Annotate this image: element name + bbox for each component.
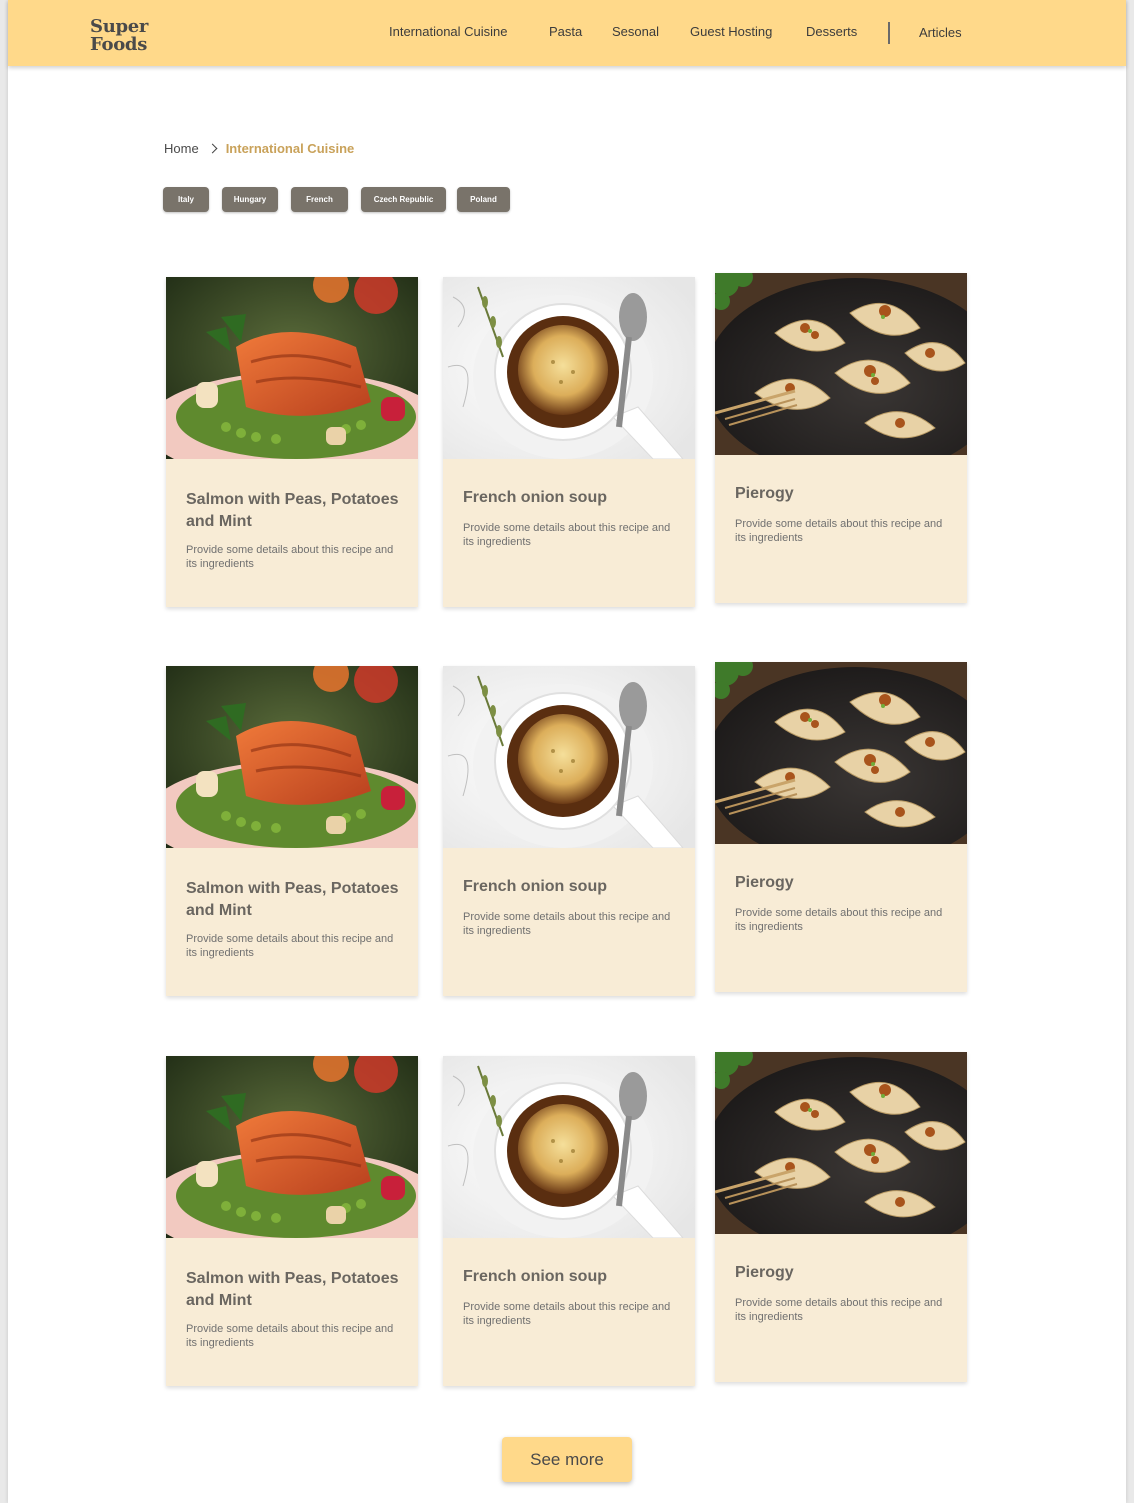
- recipe-card[interactable]: French onion soup Provide some details a…: [443, 1056, 695, 1386]
- recipe-description: Provide some details about this recipe a…: [463, 1301, 671, 1327]
- recipe-title: French onion soup: [463, 878, 607, 895]
- recipe-title: Pierogy: [735, 485, 794, 502]
- recipe-title: French onion soup: [463, 1268, 607, 1285]
- tag-italy[interactable]: Italy: [163, 187, 209, 212]
- salmon-dish-image: [166, 277, 418, 459]
- pierogy-image: [715, 273, 967, 455]
- recipe-title: Salmon with Peas, Potatoes and Mint: [186, 491, 399, 530]
- tag-poland[interactable]: Poland: [457, 187, 510, 212]
- nav-pasta[interactable]: Pasta: [549, 24, 582, 39]
- tag-hungary[interactable]: Hungary: [222, 187, 278, 212]
- recipe-description: Provide some details about this recipe a…: [186, 544, 394, 570]
- recipe-card[interactable]: Salmon with Peas, Potatoes and Mint Prov…: [166, 277, 418, 607]
- recipe-description: Provide some details about this recipe a…: [186, 1323, 394, 1349]
- recipe-image: [715, 273, 967, 455]
- recipe-description: Provide some details about this recipe a…: [463, 911, 671, 937]
- nav-international-cuisine[interactable]: International Cuisine: [389, 24, 508, 39]
- recipe-image: [443, 1056, 695, 1238]
- see-more-button[interactable]: See more: [502, 1437, 632, 1482]
- nav-desserts[interactable]: Desserts: [806, 24, 857, 39]
- recipe-image: [166, 277, 418, 459]
- recipe-description: Provide some details about this recipe a…: [735, 518, 943, 544]
- recipe-card[interactable]: Pierogy Provide some details about this …: [715, 273, 967, 603]
- page: Super Foods International Cuisine Pasta …: [8, 0, 1126, 1503]
- main-nav: International Cuisine Pasta Sesonal Gues…: [8, 0, 1126, 66]
- tag-czech-republic[interactable]: Czech Republic: [361, 187, 446, 212]
- recipe-title: Salmon with Peas, Potatoes and Mint: [186, 880, 399, 919]
- recipe-image: [715, 1052, 967, 1234]
- recipe-description: Provide some details about this recipe a…: [735, 1297, 943, 1323]
- recipe-image: [166, 666, 418, 848]
- recipe-image: [166, 1056, 418, 1238]
- recipe-card[interactable]: French onion soup Provide some details a…: [443, 666, 695, 996]
- nav-articles[interactable]: Articles: [919, 25, 962, 40]
- recipe-description: Provide some details about this recipe a…: [463, 522, 671, 548]
- onion-soup-image: [443, 666, 695, 848]
- recipe-description: Provide some details about this recipe a…: [735, 907, 943, 933]
- salmon-dish-image: [166, 666, 418, 848]
- recipe-image: [715, 662, 967, 844]
- pierogy-image: [715, 662, 967, 844]
- recipe-card[interactable]: Salmon with Peas, Potatoes and Mint Prov…: [166, 666, 418, 996]
- onion-soup-image: [443, 1056, 695, 1238]
- chevron-right-icon: [207, 143, 218, 154]
- nav-divider: [888, 22, 890, 44]
- recipe-title: Pierogy: [735, 874, 794, 891]
- site-header: Super Foods International Cuisine Pasta …: [8, 0, 1126, 66]
- recipe-card[interactable]: French onion soup Provide some details a…: [443, 277, 695, 607]
- breadcrumb-current: International Cuisine: [225, 141, 355, 156]
- tag-french[interactable]: French: [291, 187, 348, 212]
- breadcrumb: Home International Cuisine: [164, 141, 354, 156]
- recipe-title: French onion soup: [463, 489, 607, 506]
- breadcrumb-home[interactable]: Home: [164, 141, 199, 156]
- recipe-image: [443, 277, 695, 459]
- recipe-description: Provide some details about this recipe a…: [186, 933, 394, 959]
- recipe-card[interactable]: Salmon with Peas, Potatoes and Mint Prov…: [166, 1056, 418, 1386]
- recipe-title: Salmon with Peas, Potatoes and Mint: [186, 1270, 399, 1309]
- nav-sesonal[interactable]: Sesonal: [612, 24, 659, 39]
- recipe-title: Pierogy: [735, 1264, 794, 1281]
- recipe-card[interactable]: Pierogy Provide some details about this …: [715, 1052, 967, 1382]
- salmon-dish-image: [166, 1056, 418, 1238]
- pierogy-image: [715, 1052, 967, 1234]
- recipe-image: [443, 666, 695, 848]
- recipe-card[interactable]: Pierogy Provide some details about this …: [715, 662, 967, 992]
- nav-guest-hosting[interactable]: Guest Hosting: [690, 24, 772, 39]
- onion-soup-image: [443, 277, 695, 459]
